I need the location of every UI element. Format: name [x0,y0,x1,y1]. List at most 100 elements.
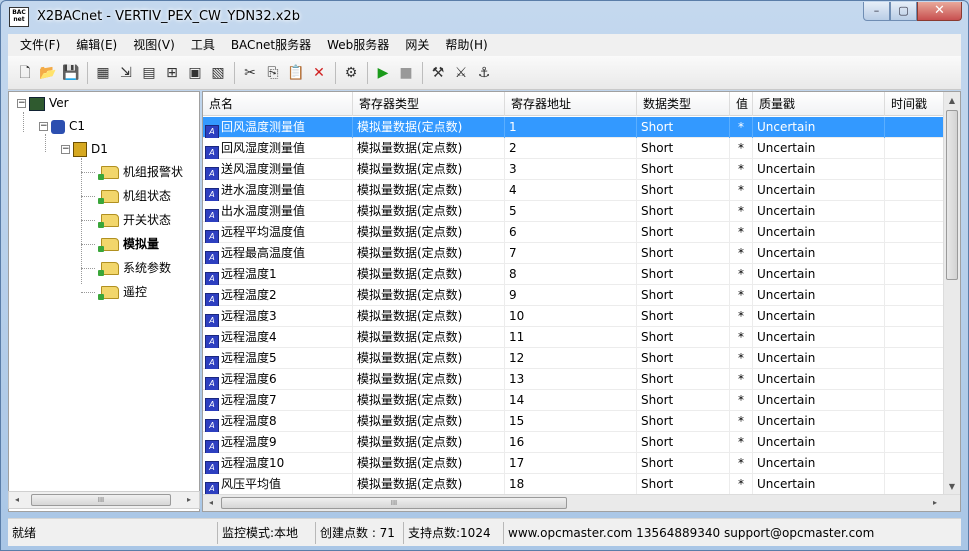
horizontal-scroll-thumb[interactable]: III [221,497,567,509]
tree-node-ver[interactable]: − Ver [17,93,69,113]
add-tag-icon[interactable]: ⊞ [161,62,183,84]
menu-item-1[interactable]: 编辑(E) [68,34,125,56]
table-row[interactable]: A 远程温度1 模拟量数据(定点数) 8 Short * Uncertain [203,264,945,285]
table-row[interactable]: A 远程温度3 模拟量数据(定点数) 10 Short * Uncertain [203,306,945,327]
tree-horizontal-scrollbar[interactable]: ◂ III ▸ [8,491,200,509]
tree-scroll-thumb[interactable]: III [31,494,171,506]
tree-node-group[interactable]: 遥控 [98,282,147,302]
scroll-down-icon[interactable]: ▼ [944,478,960,495]
cut-icon[interactable]: ✂ [239,62,261,84]
tree-node-group[interactable]: 机组报警状 [98,162,183,182]
collapse-icon[interactable]: − [17,99,26,108]
scroll-left-icon[interactable]: ◂ [9,492,25,508]
cell-dtype: Short [637,159,730,180]
column-header-dtype[interactable]: 数据类型 [637,92,730,116]
cell-text: Uncertain [757,456,816,470]
analog-point-icon: A [205,461,219,474]
tool2-icon[interactable]: ⚔ [450,62,472,84]
tree-node-group[interactable]: 系统参数 [98,258,171,278]
menu-item-0[interactable]: 文件(F) [12,34,68,56]
tool1-icon[interactable]: ⚒ [427,62,449,84]
cell-text: Uncertain [757,267,816,281]
menu-item-5[interactable]: Web服务器 [319,34,397,56]
close-button[interactable]: ✕ [917,2,962,21]
title-bar[interactable]: BAC net X2BACnet - VERTIV_PEX_CW_YDN32.x… [1,1,968,33]
cell-addr: 3 [505,159,637,180]
tree-node-group[interactable]: 模拟量 [98,234,159,254]
menu-item-4[interactable]: BACnet服务器 [223,34,319,56]
cell-name: A 远程温度5 [203,348,353,369]
column-header-value[interactable]: 值 [730,92,753,116]
status-created-points: 创建点数 : 71 [316,521,404,544]
cell-reg_type: 模拟量数据(定点数) [353,264,505,285]
scroll-right-icon[interactable]: ▸ [181,492,197,508]
cell-text: 模拟量数据(定点数) [357,288,463,302]
tree-node-group[interactable]: 开关状态 [98,210,171,230]
table-row[interactable]: A 远程温度6 模拟量数据(定点数) 13 Short * Uncertain [203,369,945,390]
table-row[interactable]: A 远程温度10 模拟量数据(定点数) 17 Short * Uncertain [203,453,945,474]
menu-item-6[interactable]: 网关 [397,34,437,56]
maximize-button[interactable]: ▢ [890,2,917,21]
scroll-left-icon[interactable]: ◂ [203,495,219,511]
copy-icon[interactable]: ⎘ [262,62,284,84]
tree-node-c1[interactable]: − C1 [39,116,85,136]
column-header-quality[interactable]: 质量戳 [753,92,885,116]
table-row[interactable]: A 出水温度测量值 模拟量数据(定点数) 5 Short * Uncertain [203,201,945,222]
table-row[interactable]: A 送风温度测量值 模拟量数据(定点数) 3 Short * Uncertain [203,159,945,180]
table-row[interactable]: A 远程温度8 模拟量数据(定点数) 15 Short * Uncertain [203,411,945,432]
stop-icon[interactable]: ■ [395,62,417,84]
cell-addr: 9 [505,285,637,306]
table-row[interactable]: A 远程温度2 模拟量数据(定点数) 9 Short * Uncertain [203,285,945,306]
column-header-addr[interactable]: 寄存器地址 [505,92,637,116]
column-header-reg_type[interactable]: 寄存器类型 [353,92,505,116]
table-row[interactable]: A 风压平均值 模拟量数据(定点数) 18 Short * Uncertain [203,474,945,495]
tree-node-d1[interactable]: − D1 [61,139,108,159]
collapse-icon[interactable]: − [39,122,48,131]
table-row[interactable]: A 进水温度测量值 模拟量数据(定点数) 4 Short * Uncertain [203,180,945,201]
table-row[interactable]: A 远程温度5 模拟量数据(定点数) 12 Short * Uncertain [203,348,945,369]
add-device-icon[interactable]: ⇲ [115,62,137,84]
batch-icon[interactable]: ▣ [184,62,206,84]
delete-icon[interactable]: ✕ [308,62,330,84]
table-row[interactable]: A 远程最高温度值 模拟量数据(定点数) 7 Short * Uncertain [203,243,945,264]
column-header-name[interactable]: 点名 [203,92,353,116]
run-icon[interactable]: ▶ [372,62,394,84]
tool3-icon[interactable]: ⚓ [473,62,495,84]
column-header-time[interactable]: 时间戳 [885,92,945,116]
cell-time [885,201,945,222]
vertical-scrollbar[interactable]: ▲ ▼ [943,92,960,495]
monitor-icon[interactable]: ⚙ [340,62,362,84]
open-icon[interactable]: 📂 [37,62,59,84]
horizontal-scrollbar[interactable]: ◂ III ▸ [203,494,960,511]
cell-text: 远程最高温度值 [221,246,306,260]
table-row[interactable]: A 远程温度9 模拟量数据(定点数) 16 Short * Uncertain [203,432,945,453]
table-row[interactable]: A 回风温度测量值 模拟量数据(定点数) 1 Short * Uncertain [203,117,945,138]
menu-item-7[interactable]: 帮助(H) [437,34,495,56]
table-row[interactable]: A 回风湿度测量值 模拟量数据(定点数) 2 Short * Uncertain [203,138,945,159]
properties-icon[interactable]: ▧ [207,62,229,84]
vertical-scroll-thumb[interactable] [946,110,958,280]
minimize-button[interactable]: – [863,2,890,21]
paste-icon[interactable]: 📋 [285,62,307,84]
save-icon[interactable]: 💾 [60,62,82,84]
table-row[interactable]: A 远程温度7 模拟量数据(定点数) 14 Short * Uncertain [203,390,945,411]
tree-pane[interactable]: − Ver − C1 − D1 机组报警状机组状态开关状态模拟量系统参数遥控 [8,91,200,512]
cell-addr: 10 [505,306,637,327]
cell-addr: 16 [505,432,637,453]
points-grid[interactable]: 点名 寄存器类型 寄存器地址 数据类型值质量戳 时间戳 A 回风温度测量值 模拟量数据(定点… [202,91,961,512]
scroll-right-icon[interactable]: ▸ [927,495,943,511]
menu-item-3[interactable]: 工具 [183,34,223,56]
cell-value: * [730,222,753,243]
table-row[interactable]: A 远程温度4 模拟量数据(定点数) 11 Short * Uncertain [203,327,945,348]
new-icon[interactable]: 🗋 [14,62,36,84]
collapse-icon[interactable]: − [61,145,70,154]
tree-node-group[interactable]: 机组状态 [98,186,171,206]
cell-addr: 5 [505,201,637,222]
cell-reg_type: 模拟量数据(定点数) [353,390,505,411]
add-channel-icon[interactable]: ▦ [92,62,114,84]
table-row[interactable]: A 远程平均温度值 模拟量数据(定点数) 6 Short * Uncertain [203,222,945,243]
menu-item-2[interactable]: 视图(V) [125,34,183,56]
add-group-icon[interactable]: ▤ [138,62,160,84]
scroll-up-icon[interactable]: ▲ [944,92,960,109]
cell-quality: Uncertain [753,285,885,306]
